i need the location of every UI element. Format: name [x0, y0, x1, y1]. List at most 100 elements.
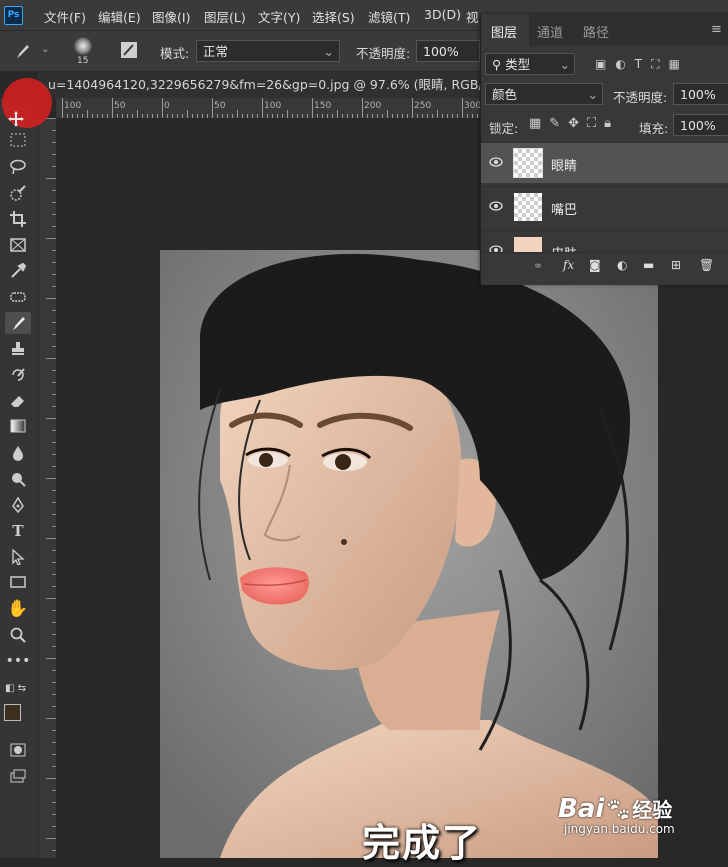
- blur-tool-icon[interactable]: [5, 442, 31, 464]
- layer-name: 嘴巴: [551, 203, 578, 218]
- document-image[interactable]: [160, 250, 658, 858]
- swap-colors-icon[interactable]: ◧ ⇆: [5, 678, 31, 700]
- watermark-brand: Bai: [558, 794, 605, 824]
- zoom-tool-icon[interactable]: [5, 624, 31, 646]
- layer-row-skin[interactable]: 皮肤: [481, 230, 728, 253]
- layer-name: 眼睛: [551, 159, 578, 174]
- blend-mode-value: 正常: [203, 44, 229, 59]
- history-brush-tool-icon[interactable]: [5, 364, 31, 386]
- lock-icons[interactable]: ▦✎✥⛶🔒︎: [529, 116, 619, 131]
- ruler-minor-tick: [187, 110, 188, 118]
- add-mask-icon[interactable]: ◙: [589, 258, 601, 272]
- foreground-color-swatch[interactable]: [4, 704, 21, 721]
- path-selection-tool-icon[interactable]: [5, 546, 31, 568]
- opacity-field[interactable]: 100%: [416, 40, 480, 62]
- link-layers-icon[interactable]: ⚭: [533, 259, 543, 273]
- vertical-ruler[interactable]: [38, 118, 57, 858]
- menu-select[interactable]: 选择(S): [312, 7, 355, 26]
- ruler-minor-tick: [437, 110, 438, 118]
- layer-filter-select[interactable]: ⚲ 类型 ⌄: [485, 53, 575, 75]
- ruler-tick: [46, 778, 56, 779]
- menu-file[interactable]: 文件(F): [44, 7, 86, 26]
- layer-blend-value: 颜色: [492, 87, 518, 102]
- chevron-down-icon: ⌄: [587, 87, 598, 102]
- panel-menu-icon[interactable]: ≡: [711, 22, 722, 37]
- layer-row-mouth[interactable]: 嘴巴: [481, 186, 728, 227]
- eraser-tool-icon[interactable]: [5, 390, 31, 412]
- quick-mask-icon[interactable]: [5, 740, 31, 762]
- menu-edit[interactable]: 编辑(E): [98, 7, 141, 26]
- watermark-brand2: 经验: [632, 798, 673, 822]
- adjustment-layer-icon[interactable]: ◐: [617, 258, 627, 272]
- marquee-tool-icon[interactable]: [5, 130, 31, 152]
- layer-thumbnail: [514, 193, 542, 221]
- layer-opacity-value: 100%: [680, 87, 716, 102]
- layer-filter-value: 类型: [505, 57, 531, 72]
- frame-tool-icon[interactable]: [5, 234, 31, 256]
- brush-preset-icon[interactable]: [74, 37, 92, 55]
- horizontal-ruler[interactable]: 10050050100150200250300350: [56, 98, 480, 119]
- brush-tool-icon[interactable]: [12, 41, 32, 64]
- fill-field[interactable]: 100%: [673, 114, 728, 136]
- ruler-major-tick: [362, 98, 363, 118]
- healing-brush-tool-icon[interactable]: [5, 286, 31, 308]
- ruler-label: 300: [464, 101, 480, 111]
- pen-tool-icon[interactable]: [5, 494, 31, 516]
- blend-mode-select[interactable]: 颜色 ⌄: [485, 83, 603, 105]
- rectangle-tool-icon[interactable]: [5, 572, 31, 594]
- eyedropper-tool-icon[interactable]: [5, 260, 31, 282]
- lock-label: 锁定:: [489, 121, 519, 136]
- tab-paths[interactable]: 路径: [583, 22, 609, 41]
- ruler-label: 50: [114, 101, 126, 111]
- visibility-eye-icon[interactable]: [489, 199, 503, 216]
- move-tool-icon[interactable]: [5, 108, 31, 130]
- layer-row-eyes[interactable]: 眼睛: [481, 142, 728, 183]
- gradient-tool-icon[interactable]: [5, 416, 31, 438]
- tab-layers[interactable]: 图层: [491, 22, 517, 41]
- menu-view[interactable]: 视: [466, 7, 479, 26]
- options-bar: ⌄ 15 模式: 正常 ⌄ 不透明度: 100%: [0, 31, 480, 71]
- new-layer-icon[interactable]: ⊞: [671, 258, 681, 272]
- tab-channels[interactable]: 通道: [537, 22, 563, 41]
- lasso-tool-icon[interactable]: [5, 156, 31, 178]
- opacity-label: 不透明度:: [356, 46, 411, 61]
- folder-icon[interactable]: ▬: [643, 258, 654, 272]
- dodge-tool-icon[interactable]: [5, 468, 31, 490]
- hand-tool-icon[interactable]: ✋: [5, 598, 31, 620]
- menu-filter[interactable]: 滤镜(T): [368, 7, 410, 26]
- brush-tool-icon[interactable]: [5, 312, 31, 334]
- ruler-minor-tick: [137, 110, 138, 118]
- layer-opacity-field[interactable]: 100%: [673, 83, 728, 105]
- document-tab[interactable]: u=1404964120,3229656279&fm=26&gp=0.jpg @…: [38, 72, 480, 98]
- visibility-eye-icon[interactable]: [489, 155, 503, 172]
- menu-type[interactable]: 文字(Y): [258, 7, 300, 26]
- baidu-watermark: Bai🐾︎经验 jingyan.baidu.com: [558, 794, 675, 836]
- menu-image[interactable]: 图像(I): [152, 7, 190, 26]
- mode-label: 模式:: [160, 46, 190, 61]
- fill-label: 填充:: [639, 121, 669, 136]
- fx-icon[interactable]: fx: [563, 258, 574, 272]
- more-tools-icon[interactable]: •••: [5, 650, 31, 672]
- crop-tool-icon[interactable]: [5, 208, 31, 230]
- ruler-tick: [46, 298, 56, 299]
- ruler-label: 250: [414, 101, 432, 111]
- ruler-tick: [46, 838, 56, 839]
- photoshop-logo[interactable]: Ps: [4, 6, 23, 25]
- chevron-down-icon[interactable]: ⌄: [41, 44, 49, 55]
- screen-mode-icon[interactable]: [5, 766, 31, 788]
- menu-3d[interactable]: 3D(D): [424, 7, 461, 22]
- layer-opacity-label: 不透明度:: [613, 90, 668, 105]
- brush-settings-icon[interactable]: [120, 41, 138, 62]
- ruler-major-tick: [62, 98, 63, 118]
- blend-mode-select[interactable]: 正常 ⌄: [196, 40, 340, 62]
- ruler-label: 0: [164, 101, 170, 111]
- type-tool-icon[interactable]: T: [5, 520, 31, 542]
- ruler-minor-tick: [87, 110, 88, 118]
- quick-select-tool-icon[interactable]: [5, 182, 31, 204]
- clone-stamp-tool-icon[interactable]: [5, 338, 31, 360]
- ruler-tick: [46, 478, 56, 479]
- ruler-major-tick: [262, 98, 263, 118]
- trash-icon[interactable]: 🗑︎: [699, 258, 714, 272]
- menu-layer[interactable]: 图层(L): [204, 7, 246, 26]
- filter-icons[interactable]: ▣◐T⛶▦: [595, 57, 689, 72]
